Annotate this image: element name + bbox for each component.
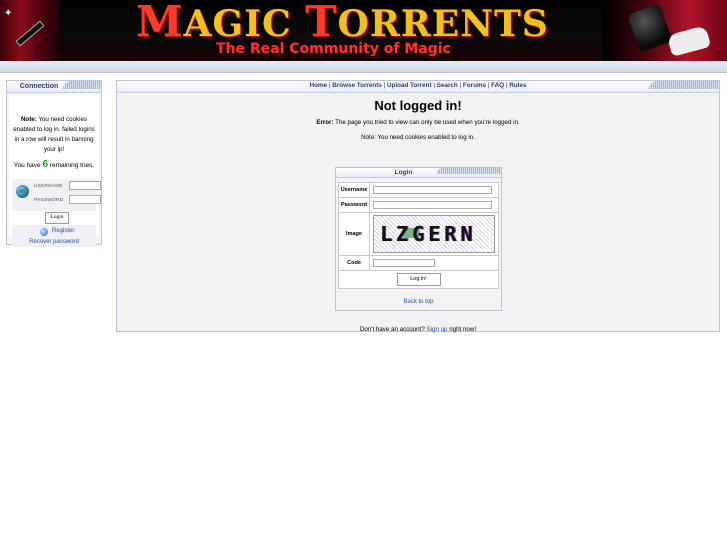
register-area: Register Recover password [12,225,96,247]
cookie-note-main: Note: You need cookies enabled to log in… [361,134,475,141]
signup-suffix: right now! [447,326,477,333]
table-row: Code [338,255,499,271]
image-label: Image [338,212,370,256]
globe-icon [16,185,29,198]
connection-panel-body: Note: You need cookies enabled to log in… [6,93,102,247]
error-label: Error: [316,119,334,126]
connection-panel-inner: Note: You need cookies enabled to log in… [9,95,101,247]
login-box: Login Username Password Image LZGERN Cod… [335,167,502,311]
cookie-note: Note: You need cookies enabled to log in… [13,115,95,155]
table-row: Image LZGERN [338,212,499,256]
username-input[interactable] [373,186,492,194]
main-navigation: Home | Browse Torrents | Upload Torrent … [117,82,719,89]
header-tab-decoration [437,168,501,174]
image-cell: LZGERN [369,212,499,256]
nav-home[interactable]: Home [310,82,328,89]
code-label: Code [338,255,370,271]
nav-browse-torrents[interactable]: Browse Torrents [332,82,382,89]
nav-upload-torrent[interactable]: Upload Torrent [387,82,432,89]
nav-faq[interactable]: FAQ [491,82,504,89]
username-cell [369,182,499,198]
code-input[interactable] [373,259,435,267]
nav-forums[interactable]: Forums [463,82,486,89]
login-table: Username Password Image LZGERN Code Log … [338,182,499,289]
sparkle-icon: ✦ [4,8,13,19]
login-box-header: Login [335,167,502,178]
logo-letter: M [136,0,184,46]
password-input[interactable] [373,201,492,209]
back-to-top-link[interactable]: Back to top [336,299,501,305]
register-link[interactable]: Register [52,228,74,234]
site-tagline: The Real Community of Magic [216,41,451,57]
sidebar-username-input[interactable] [69,181,101,190]
sidebar-username-label: USERNAME [34,184,63,189]
sidebar-login-form: USERNAME PASSWORD [12,179,101,211]
password-label: Password [338,197,370,213]
header-tab-decoration [63,81,101,89]
tries-suffix: remaining tries. [48,162,95,169]
logo-text: AGIC [183,3,306,45]
connection-panel: Connection Note: You need cookies enable… [6,80,102,247]
top-strip [0,61,727,73]
error-text: The page you tried to view can only be u… [333,119,520,126]
login-box-body: Username Password Image LZGERN Code Log … [335,178,502,311]
username-label: Username [338,182,370,198]
site-banner: ✦ MAGIC TORRENTS The Real Community of M… [0,0,727,61]
password-cell [369,197,499,213]
signup-prefix: Don't have an account? [359,326,427,333]
log-in-button[interactable]: Log in! [396,273,441,286]
captcha-text: LZGERN [380,222,477,246]
page-title: Not logged in! [374,98,462,113]
header-tab-decoration [649,81,719,89]
logo-text: ORRENTS [337,3,549,45]
nav-rules[interactable]: Rules [509,82,526,89]
signup-prompt: Don't have an account? Sign up right now… [117,326,719,333]
note-label: Note: [20,116,37,123]
remaining-tries: You have 6 remaining tries. [9,159,99,170]
table-row: Username [338,182,499,198]
error-message: Error: The page you tried to view can on… [117,119,719,126]
register-icon [40,228,48,236]
main-nav-bar: Home | Browse Torrents | Upload Torrent … [116,80,720,93]
site-logo-title: MAGIC TORRENTS [136,0,549,46]
main-panel: Home | Browse Torrents | Upload Torrent … [116,80,720,333]
table-row: Log in! [338,270,499,289]
recover-password-link[interactable]: Recover password [12,239,96,245]
sidebar-password-input[interactable] [69,195,101,204]
table-row: Password [338,197,499,213]
tries-prefix: You have [13,162,43,169]
connection-panel-header: Connection [6,80,102,93]
logo-letter: T [305,0,338,46]
nav-search[interactable]: Search [437,82,458,89]
sidebar-password-label: PASSWORD [34,198,64,203]
sign-up-link[interactable]: Sign up [427,326,448,333]
sidebar-login-button[interactable]: Login [45,212,69,224]
captcha-image: LZGERN [373,215,495,253]
code-cell [369,255,499,271]
submit-cell: Log in! [338,270,499,289]
main-content: Not logged in! Error: The page you tried… [116,93,720,333]
